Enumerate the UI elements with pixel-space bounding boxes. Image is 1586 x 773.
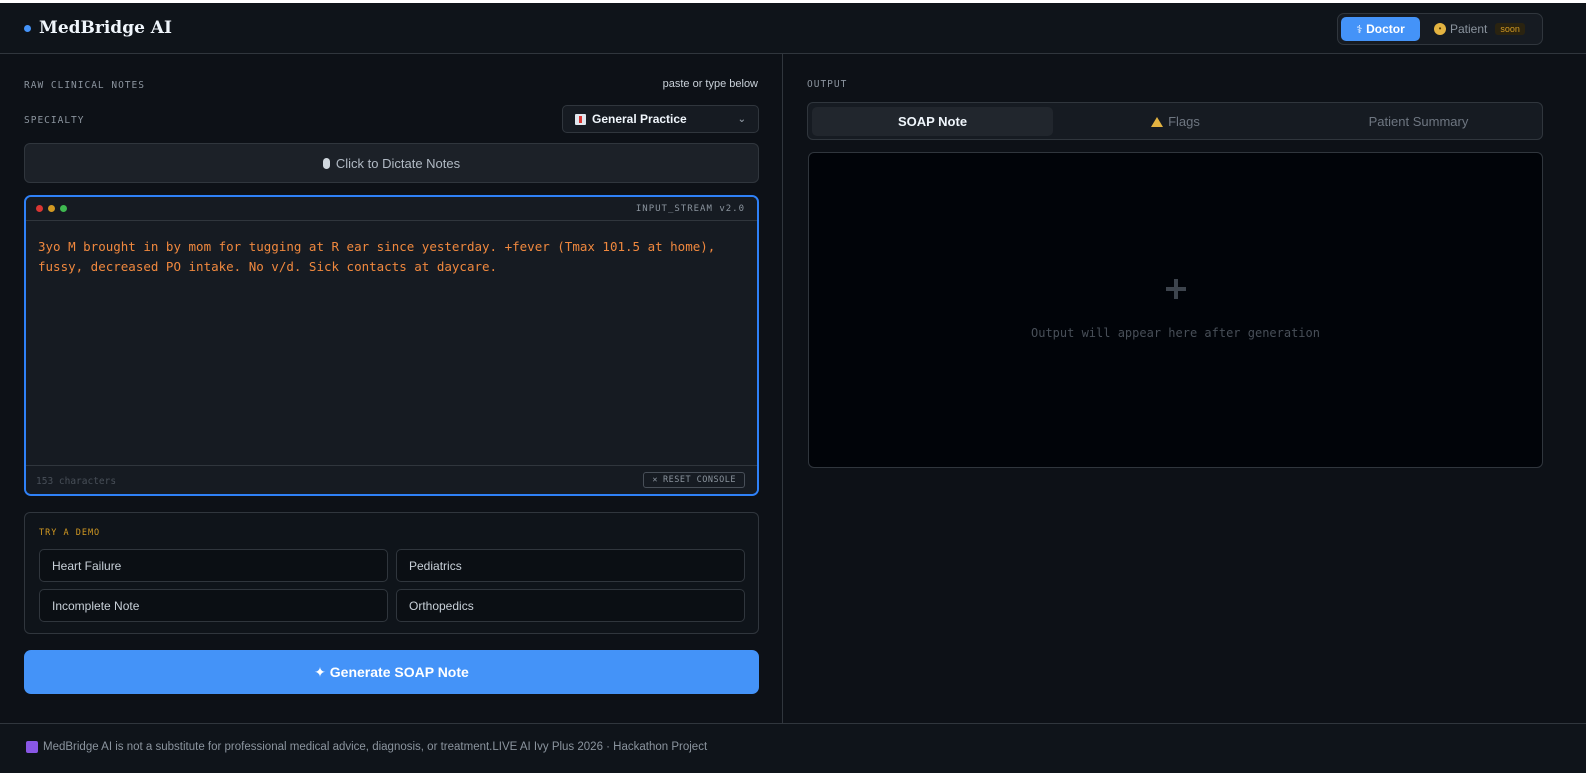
- mode-doctor-label: Doctor: [1366, 22, 1405, 36]
- soon-badge: soon: [1495, 23, 1525, 35]
- reset-console-label: RESET CONSOLE: [662, 475, 736, 485]
- tab-flags[interactable]: Flags: [1055, 107, 1296, 136]
- chevron-down-icon: ⌄: [737, 113, 746, 125]
- plus-icon: [1166, 279, 1186, 299]
- brand[interactable]: MedBridge AI: [24, 18, 172, 38]
- output-panel: OUTPUT SOAP Note Flags Patient Summary O…: [784, 54, 1586, 723]
- disclaimer-text: MedBridge AI is not a substitute for pro…: [43, 741, 708, 753]
- smiley-icon: •: [1434, 23, 1446, 35]
- close-icon: ✕: [652, 475, 658, 485]
- console-footer: 153 characters ✕ RESET CONSOLE: [26, 465, 757, 494]
- mode-patient-label: Patient: [1450, 22, 1488, 36]
- raw-notes-label: RAW CLINICAL NOTES: [24, 80, 145, 91]
- console-title: INPUT_STREAM v2.0: [635, 204, 745, 214]
- clinical-notes-textarea[interactable]: 3yo M brought in by mom for tugging at R…: [26, 221, 757, 465]
- mode-patient-button[interactable]: • Patient soon: [1434, 17, 1525, 41]
- tab-flags-label: Flags: [1168, 114, 1200, 129]
- output-area: Output will appear here after generation: [808, 152, 1543, 468]
- disclaimer-footer: MedBridge AI is not a substitute for pro…: [0, 723, 1586, 773]
- footer-text-row: MedBridge AI is not a substitute for pro…: [26, 741, 707, 753]
- shield-icon: [26, 741, 38, 753]
- output-empty-text: Output will appear here after generation: [1031, 326, 1320, 340]
- reset-console-button[interactable]: ✕ RESET CONSOLE: [643, 472, 745, 488]
- output-tabs: SOAP Note Flags Patient Summary: [807, 102, 1543, 140]
- char-count: 153 characters: [36, 476, 117, 487]
- tab-soap-note[interactable]: SOAP Note: [812, 107, 1053, 136]
- brand-name: MedBridge AI: [39, 18, 172, 38]
- demo-incomplete-note-button[interactable]: Incomplete Note: [39, 589, 388, 622]
- tab-patient-summary[interactable]: Patient Summary: [1298, 107, 1539, 136]
- generate-soap-button[interactable]: ✦ Generate SOAP Note: [24, 650, 759, 694]
- specialty-value: General Practice: [592, 112, 687, 126]
- input-hint: paste or type below: [662, 78, 758, 90]
- demo-heart-failure-button[interactable]: Heart Failure: [39, 549, 388, 582]
- window-dot-green-icon: [60, 205, 67, 212]
- microphone-icon: [322, 157, 330, 169]
- window-dot-red-icon: [36, 205, 43, 212]
- tab-soap-note-label: SOAP Note: [897, 114, 968, 129]
- specialty-select[interactable]: General Practice ⌄: [562, 105, 759, 133]
- console-titlebar: INPUT_STREAM v2.0: [26, 197, 757, 221]
- demo-title: TRY A DEMO: [39, 528, 101, 538]
- input-panel: RAW CLINICAL NOTES paste or type below S…: [0, 54, 783, 723]
- mode-doctor-button[interactable]: ⚕ Doctor: [1341, 17, 1420, 41]
- stethoscope-icon: ⚕: [1356, 23, 1363, 36]
- dictate-label: Click to Dictate Notes: [335, 155, 461, 171]
- specialty-label: SPECIALTY: [24, 115, 85, 126]
- demo-orthopedics-button[interactable]: Orthopedics: [396, 589, 745, 622]
- mode-switch: ⚕ Doctor • Patient soon: [1337, 13, 1543, 45]
- demo-box: TRY A DEMO Heart Failure Pediatrics Inco…: [24, 512, 759, 634]
- hospital-icon: [575, 113, 586, 125]
- tab-patient-summary-label: Patient Summary: [1368, 114, 1469, 129]
- output-label: OUTPUT: [807, 79, 848, 90]
- input-console: INPUT_STREAM v2.0 3yo M brought in by mo…: [24, 195, 759, 496]
- brand-dot-icon: [24, 24, 31, 32]
- warning-icon: [1151, 116, 1164, 127]
- app-header: MedBridge AI ⚕ Doctor • Patient soon: [0, 3, 1586, 54]
- demo-pediatrics-button[interactable]: Pediatrics: [396, 549, 745, 582]
- dictate-button[interactable]: Click to Dictate Notes: [24, 143, 759, 183]
- window-dot-yellow-icon: [48, 205, 55, 212]
